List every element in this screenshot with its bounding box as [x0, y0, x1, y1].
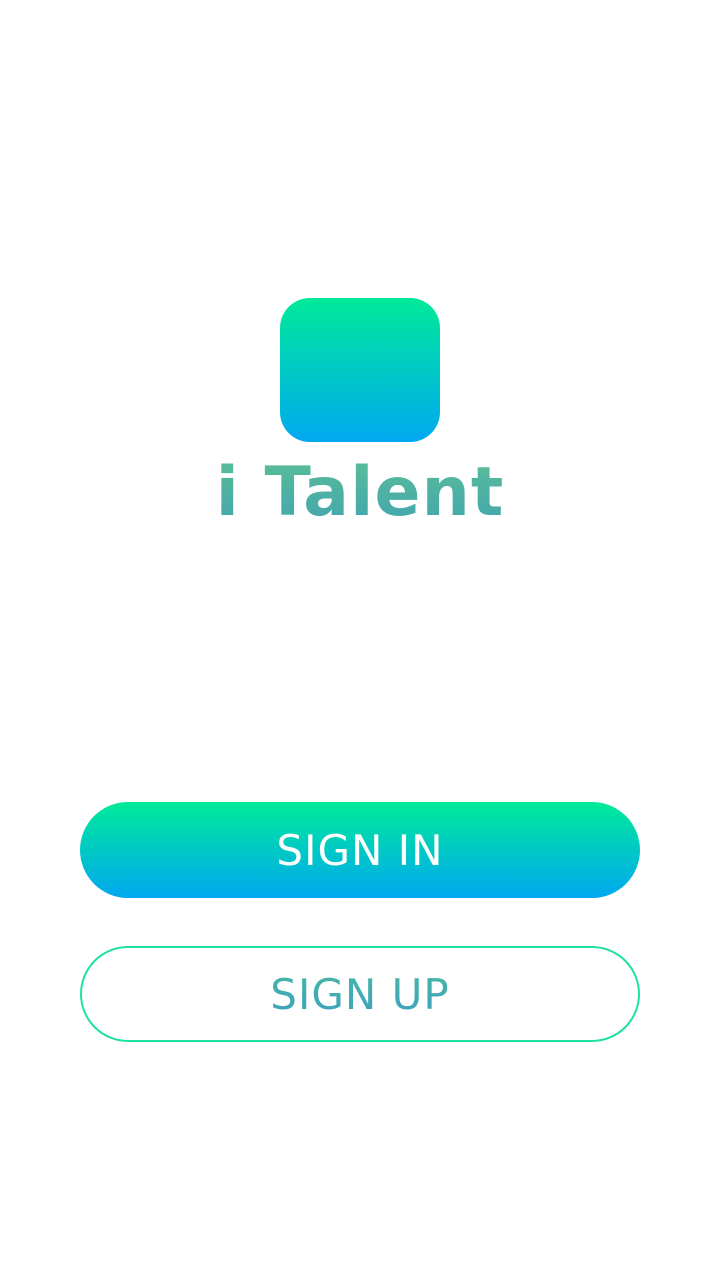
sign-in-button[interactable]: SIGN IN — [80, 802, 640, 898]
app-logo-icon — [280, 298, 440, 442]
brand-name: i Talent — [0, 448, 720, 538]
sign-up-label: SIGN UP — [270, 969, 450, 1019]
sign-in-label: SIGN IN — [276, 825, 444, 875]
sign-up-button[interactable]: SIGN UP — [80, 946, 640, 1042]
welcome-screen: i Talent SIGN IN SIGN UP — [0, 0, 720, 1280]
